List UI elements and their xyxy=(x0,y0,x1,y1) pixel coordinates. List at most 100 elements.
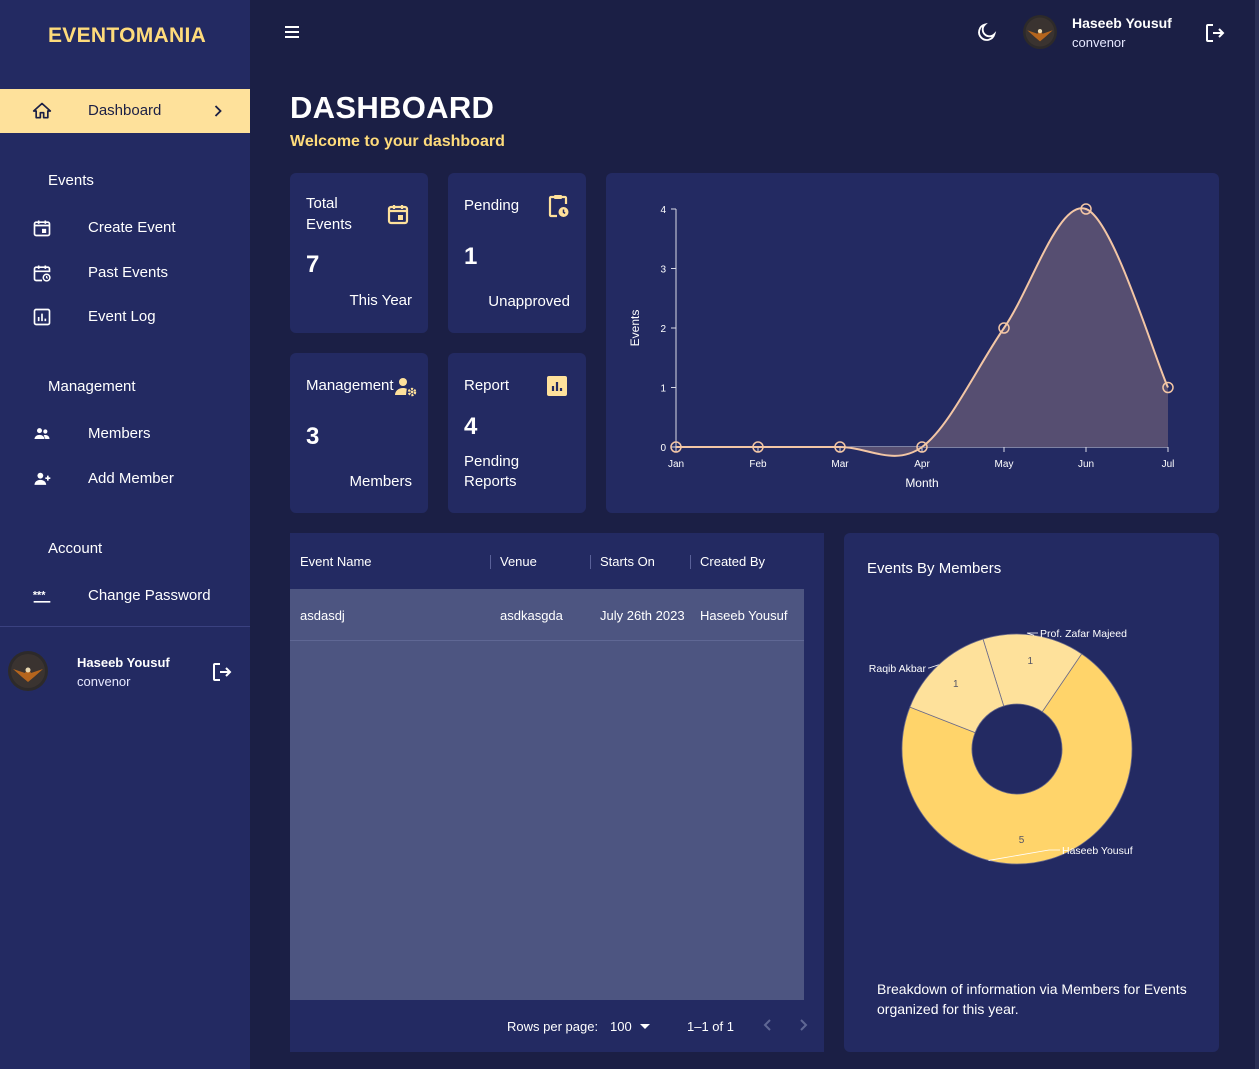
chevron-right-icon[interactable] xyxy=(793,1015,813,1040)
table-body: asdasdj asdkasgda July 26th 2023 Haseeb … xyxy=(290,589,804,1000)
moon-icon[interactable] xyxy=(976,21,998,48)
calendar-add-icon xyxy=(32,218,52,238)
column-separator[interactable] xyxy=(490,555,491,569)
stat-caption: This Year xyxy=(349,292,412,309)
pie-title: Events By Members xyxy=(867,560,1002,577)
sidebar-item-label: Add Member xyxy=(88,470,174,487)
stat-caption: Pending Reports xyxy=(464,453,520,490)
sidebar-item-change-password[interactable]: *** Change Password xyxy=(0,576,250,616)
svg-text:***: *** xyxy=(33,590,46,602)
stat-card-management: Management 3 Members xyxy=(290,353,428,513)
pie-slice-label: Haseeb Yousuf xyxy=(1062,845,1133,857)
person-add-icon xyxy=(32,469,52,489)
sidebar-divider xyxy=(0,626,250,627)
pie-value-label: 1 xyxy=(1028,656,1034,667)
stat-label: Pending xyxy=(464,197,520,214)
x-tick-label: May xyxy=(995,459,1014,470)
sidebar-user-role: convenor xyxy=(77,674,131,689)
calendar-icon xyxy=(386,202,410,231)
topbar-user-name: Haseeb Yousuf xyxy=(1072,15,1172,31)
sidebar-item-dashboard[interactable]: Dashboard xyxy=(0,89,250,133)
scrollbar[interactable] xyxy=(1255,0,1259,1069)
bar-chart-icon xyxy=(546,375,568,402)
chart-box-icon xyxy=(32,307,52,327)
home-icon xyxy=(32,101,52,126)
stat-value: 4 xyxy=(464,413,478,440)
x-tick-label: Jun xyxy=(1078,459,1094,470)
table-row[interactable]: asdasdj asdkasgda July 26th 2023 Haseeb … xyxy=(290,589,804,641)
page-title: DASHBOARD xyxy=(290,90,495,125)
column-header[interactable]: Event Name xyxy=(300,554,372,569)
people-icon xyxy=(32,424,52,444)
stat-caption: Members xyxy=(349,473,412,490)
sidebar-user-name: Haseeb Yousuf xyxy=(77,655,170,670)
y-tick-label: 4 xyxy=(660,205,666,216)
x-tick-label: Apr xyxy=(914,459,930,470)
events-by-month-chart: 0 1 2 3 4 Jan Feb Mar Apr May Jun Jul Month Events xyxy=(606,173,1219,513)
sidebar-item-label: Change Password xyxy=(88,587,211,604)
sidebar-item-label: Past Events xyxy=(88,264,169,281)
stat-card-total-events: Total Events 7 This Year xyxy=(290,173,428,333)
person-gear-icon xyxy=(394,375,418,404)
stat-value: 7 xyxy=(306,251,320,278)
table-cell: asdasdj xyxy=(300,608,345,623)
topbar-user-role: convenor xyxy=(1072,35,1126,50)
column-separator[interactable] xyxy=(590,555,591,569)
events-table: Event Name Venue Starts On Created By as… xyxy=(290,533,824,1052)
sidebar-item-members[interactable]: Members xyxy=(0,414,250,454)
column-separator[interactable] xyxy=(690,555,691,569)
x-tick-label: Feb xyxy=(749,459,767,470)
pie-slice-label: Raqib Akbar xyxy=(869,663,927,675)
pie-chart-svg: 1 Prof. Zafar Majeed 5 Haseeb Yousuf 1 Raqib … xyxy=(869,628,1133,865)
sidebar-item-label: Dashboard xyxy=(88,102,162,119)
column-header[interactable]: Venue xyxy=(500,554,537,569)
table-cell: Haseeb Yousuf xyxy=(700,608,788,623)
chevron-left-icon[interactable] xyxy=(758,1015,778,1040)
stat-label: Management xyxy=(306,377,394,394)
avatar xyxy=(8,651,48,691)
section-title-account: Account xyxy=(48,540,103,557)
x-tick-label: Mar xyxy=(831,459,849,470)
x-tick-label: Jan xyxy=(668,459,684,470)
stat-card-pending: Pending 1 Unapproved xyxy=(448,173,586,333)
logout-icon[interactable] xyxy=(210,660,234,689)
logout-icon[interactable] xyxy=(1203,21,1227,50)
y-tick-label: 1 xyxy=(660,384,666,395)
sidebar: EVENTOMANIA Dashboard Events Create Even… xyxy=(0,0,250,1069)
rows-per-page-select[interactable]: 100 xyxy=(610,1019,632,1034)
events-by-members-card: Events By Members 1 Prof. Zafar Majeed 5 Ha… xyxy=(844,533,1219,1052)
section-title-events: Events xyxy=(48,172,94,189)
calendar-history-icon xyxy=(32,263,52,283)
y-tick-label: 3 xyxy=(660,265,666,276)
stat-caption: Unapproved xyxy=(488,293,570,310)
pie-value-label: 1 xyxy=(953,679,959,690)
pie-description: Breakdown of information via Members for… xyxy=(877,981,1187,1017)
sidebar-item-past-events[interactable]: Past Events xyxy=(0,253,250,293)
rows-per-page-label: Rows per page: xyxy=(507,1019,599,1034)
sidebar-item-event-log[interactable]: Event Log xyxy=(0,297,250,337)
column-header[interactable]: Starts On xyxy=(600,554,655,569)
stat-card-report: Report 4 Pending Reports xyxy=(448,353,586,513)
pie-slice-label: Prof. Zafar Majeed xyxy=(1040,628,1127,640)
sidebar-item-create-event[interactable]: Create Event xyxy=(0,208,250,248)
table-cell: asdkasgda xyxy=(500,608,563,623)
page-subtitle: Welcome to your dashboard xyxy=(290,133,505,150)
pagination-range: 1–1 of 1 xyxy=(687,1019,734,1034)
sidebar-item-label: Members xyxy=(88,425,151,442)
pie-value-label: 5 xyxy=(1019,835,1025,846)
brand-logo-text[interactable]: EVENTOMANIA xyxy=(48,24,206,48)
x-tick-label: Jul xyxy=(1162,459,1175,470)
sidebar-item-label: Event Log xyxy=(88,308,156,325)
sidebar-item-label: Create Event xyxy=(88,219,176,236)
x-axis-label: Month xyxy=(905,476,938,490)
password-icon: *** xyxy=(32,586,52,606)
line-chart-svg: 0 1 2 3 4 Jan Feb Mar Apr May Jun Jul Month Events xyxy=(628,203,1175,490)
column-header[interactable]: Created By xyxy=(700,554,765,569)
chevron-right-icon xyxy=(208,101,228,126)
avatar[interactable] xyxy=(1023,15,1057,49)
y-tick-label: 0 xyxy=(660,443,666,454)
sidebar-item-add-member[interactable]: Add Member xyxy=(0,459,250,499)
y-tick-label: 2 xyxy=(660,324,666,335)
caret-down-icon[interactable] xyxy=(638,1019,652,1038)
menu-icon[interactable] xyxy=(283,23,301,46)
